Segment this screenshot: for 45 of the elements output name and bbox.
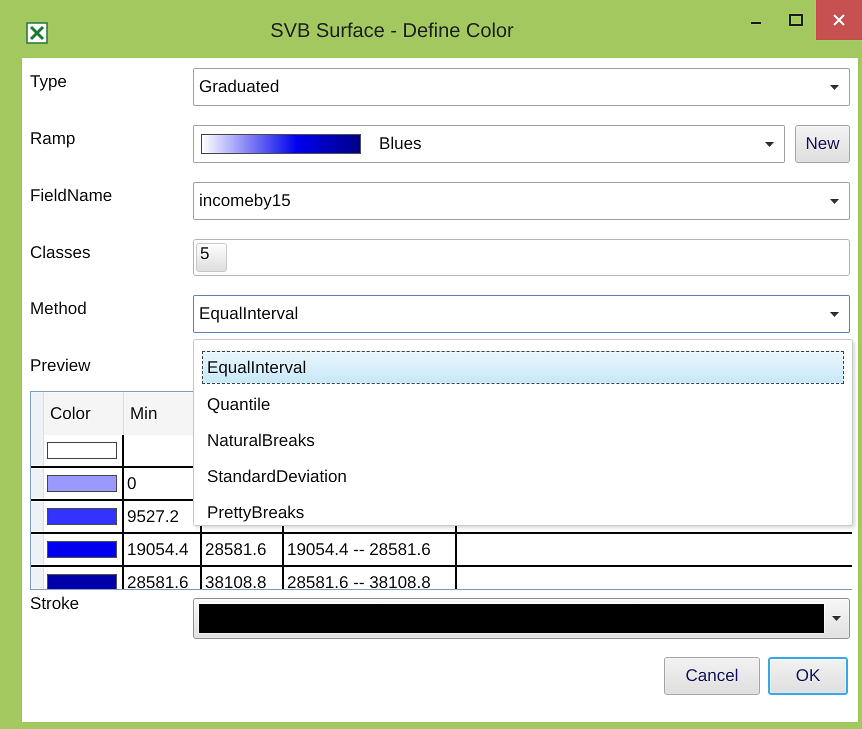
table-cell: 0 <box>127 474 136 494</box>
field-label: Ramp <box>30 128 76 150</box>
window-title: SVB Surface - Define Color <box>269 20 515 43</box>
classes-field[interactable]: 5 <box>193 239 850 276</box>
dropdown-option[interactable]: Quantile <box>202 387 844 423</box>
table-cell: 19054.4 -- 28581.6 <box>287 540 431 560</box>
table-cell: 38108.8 <box>205 572 266 589</box>
caret-icon <box>830 198 839 204</box>
dropdown-option[interactable]: PrettyBreaks <box>202 495 844 531</box>
spreadsheet-icon <box>26 22 48 44</box>
stroke-dropdown[interactable] <box>193 598 850 639</box>
column-header: Color <box>44 392 124 435</box>
table-cell: 9527.2 <box>127 506 179 526</box>
close-button[interactable] <box>816 0 862 40</box>
ok-button[interactable]: OK <box>768 657 848 695</box>
method-dropdown[interactable]: EqualInterval <box>193 295 850 333</box>
row-header[interactable] <box>31 501 44 532</box>
dropdown-option[interactable]: StandardDeviation <box>202 459 844 495</box>
field-label: Method <box>30 298 88 320</box>
field-name-dropdown[interactable]: incomeby15 <box>193 182 850 220</box>
caret-icon <box>765 142 774 146</box>
field-label: Preview <box>30 355 92 377</box>
row-header[interactable] <box>31 435 44 466</box>
field-label: Classes <box>30 242 92 264</box>
row-header[interactable] <box>31 468 44 499</box>
table-cell: 28581.6 <box>127 572 188 589</box>
caret-icon <box>830 312 839 316</box>
caret-icon <box>830 84 839 90</box>
row-header[interactable] <box>31 567 44 589</box>
maximize-icon[interactable] <box>789 14 803 26</box>
field-label: Type <box>30 71 68 93</box>
table-cell: 19054.4 <box>127 540 188 560</box>
dropdown-option[interactable]: NaturalBreaks <box>202 423 844 459</box>
type-dropdown[interactable]: Graduated <box>193 68 850 106</box>
field-label: FieldName <box>30 185 114 207</box>
row-header[interactable] <box>31 534 44 565</box>
table-cell: 28581.6 -- 38108.8 <box>287 572 431 589</box>
cancel-button[interactable]: Cancel <box>664 657 760 695</box>
caret-icon <box>832 616 841 621</box>
ramp-dropdown[interactable]: Blues <box>193 125 785 163</box>
new-button[interactable]: New <box>795 125 850 163</box>
close-icon <box>833 14 845 26</box>
table-cell: 28581.6 <box>205 540 266 560</box>
dropdown-option[interactable]: EqualInterval <box>202 351 844 384</box>
field-label: Stroke <box>30 593 80 615</box>
